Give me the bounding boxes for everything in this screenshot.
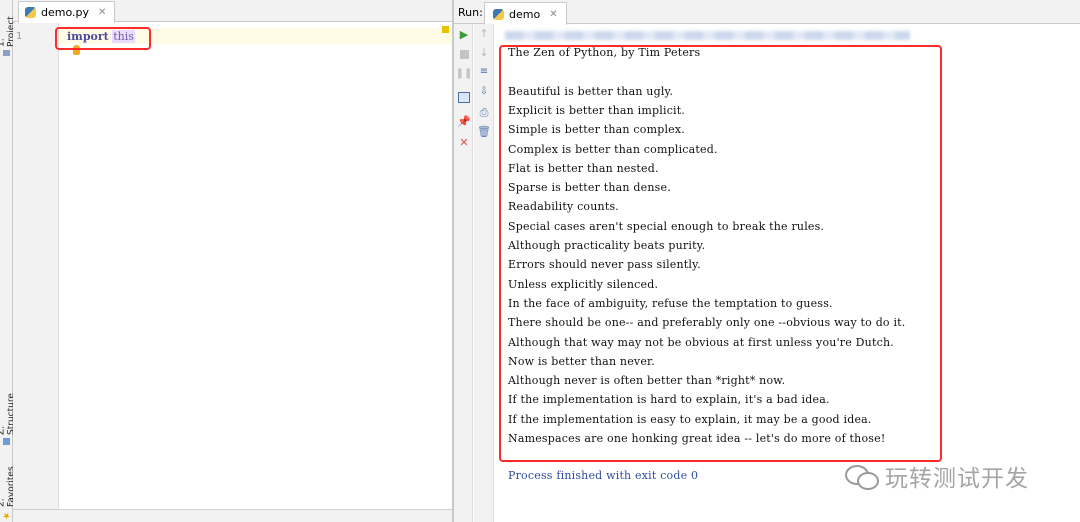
watermark-text: 玩转测试开发 [885, 466, 1029, 492]
editor-tab-bar: demo.py ✕ [13, 0, 453, 23]
editor-gutter: 1 [13, 23, 59, 509]
warning-marker-icon[interactable] [442, 26, 449, 33]
structure-tool-tab[interactable]: Z: Structure [0, 385, 17, 445]
soft-wrap-icon[interactable]: ≡ [478, 66, 490, 78]
python-file-icon [25, 7, 36, 18]
stop-icon[interactable] [459, 49, 469, 59]
trash-icon[interactable]: 🗑 [477, 125, 491, 137]
close-icon[interactable]: ✕ [458, 136, 470, 148]
layout-icon[interactable] [458, 91, 470, 103]
exit-message: Process finished with exit code 0 [508, 469, 699, 482]
project-tool-tab[interactable]: 1: Project [0, 8, 17, 56]
code-editor[interactable] [60, 23, 452, 509]
scroll-to-end-icon[interactable]: ⇩ [478, 86, 490, 98]
editor-tab-demo-py[interactable]: demo.py ✕ [18, 1, 116, 23]
line-number: 1 [16, 31, 23, 42]
close-run-tab-icon[interactable]: ✕ [549, 9, 557, 20]
run-tab-bar: Run: demo ✕ [454, 0, 1080, 25]
blurred-command-line [505, 31, 910, 40]
run-label: Run: [458, 6, 483, 19]
wechat-icon [845, 462, 879, 490]
arrow-up-icon[interactable]: ↑ [478, 27, 490, 39]
pin-icon[interactable]: 📌 [457, 115, 471, 127]
project-icon [3, 49, 10, 56]
highlight-box-output [499, 45, 942, 462]
watermark: 玩转测试开发 [845, 456, 1029, 496]
run-tab-demo[interactable]: demo ✕ [484, 2, 567, 25]
arrow-down-icon[interactable]: ↓ [478, 46, 490, 58]
highlight-box-code [55, 27, 151, 50]
rerun-icon[interactable]: ▶ [458, 28, 470, 40]
left-tool-stripe: 1: Project Z: Structure ★ 2: Favorites [0, 0, 17, 522]
editor-scrollbar[interactable] [13, 509, 453, 522]
run-toolbar-primary: ▶ ❚❚ 📌 ✕ [454, 24, 473, 522]
editor-tab-label: demo.py [41, 6, 89, 19]
star-icon: ★ [1, 510, 12, 520]
close-tab-icon[interactable]: ✕ [98, 7, 106, 18]
favorites-tool-tab[interactable]: ★ 2: Favorites [0, 460, 17, 520]
python-run-icon [493, 8, 504, 20]
structure-icon [3, 438, 10, 445]
run-tab-label: demo [509, 7, 541, 21]
run-toolbar-secondary: ↑ ↓ ≡ ⇩ ⎙ 🗑 [474, 24, 494, 522]
print-icon[interactable]: ⎙ [478, 106, 490, 118]
pause-icon[interactable]: ❚❚ [456, 68, 473, 80]
